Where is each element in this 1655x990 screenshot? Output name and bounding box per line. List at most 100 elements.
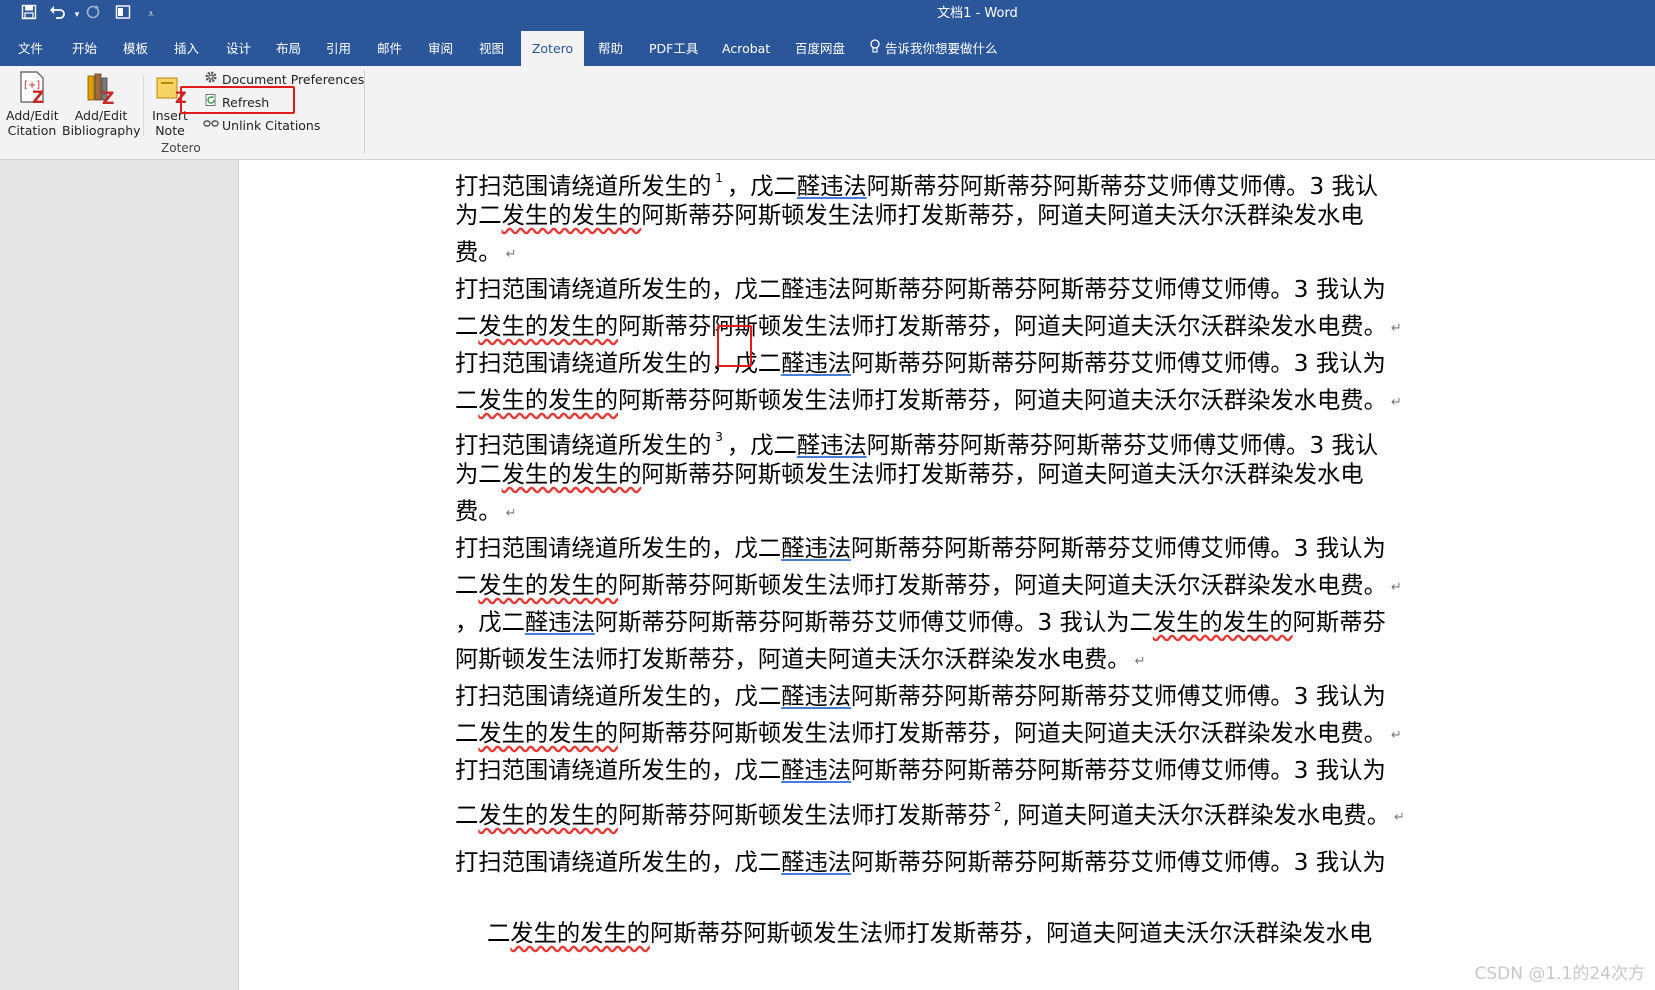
paragraph-4-line-3[interactable]: 费。 ↵: [455, 493, 517, 532]
unlink-icon: [203, 116, 219, 136]
text-run: 打扫范围请绕道所发生的: [455, 173, 712, 200]
add-edit-bibliography-button[interactable]: Z Add/Edit Bibliography: [62, 70, 141, 138]
text-run: 阿斯蒂芬阿斯蒂芬阿斯蒂芬艾师傅艾师傅。3 我认为二: [594, 609, 1153, 636]
tab-references[interactable]: 引用: [316, 31, 361, 66]
text-run: 二: [455, 720, 479, 747]
text-run: , 阿道夫阿道夫沃尔沃群染发水电费。: [1002, 802, 1391, 829]
window-title: 文档1 - Word: [937, 6, 1018, 21]
text-run: 阿斯蒂芬阿斯蒂芬阿斯蒂芬艾师傅艾师傅。3 我认为: [851, 535, 1386, 562]
text-run: 二: [455, 313, 479, 340]
paragraph-1-line-2[interactable]: 为二发生的发生的阿斯蒂芬阿斯顿发生法师打发斯蒂芬，阿道夫阿道夫沃尔沃群染发水电: [455, 197, 1364, 234]
tab-insert[interactable]: 插入: [164, 31, 209, 66]
add-edit-citation-button[interactable]: [+] Z Add/Edit Citation: [6, 70, 59, 138]
tab-template[interactable]: 模板: [113, 31, 158, 66]
paragraph-mark: ↵: [505, 247, 517, 262]
paragraph-8-line-2[interactable]: 二发生的发生的阿斯蒂芬阿斯顿发生法师打发斯蒂芬 2, 阿道夫阿道夫沃尔沃群染发水电…: [455, 789, 1405, 836]
paragraph-5-line-2[interactable]: 二发生的发生的阿斯蒂芬阿斯顿发生法师打发斯蒂芬，阿道夫阿道夫沃尔沃群染发水电费。…: [455, 567, 1402, 606]
document-preferences-label: Document Preferences: [222, 72, 365, 87]
text-run: 打扫范围请绕道所发生的，戊二: [455, 683, 782, 710]
paragraph-10-line-1[interactable]: 二发生的发生的阿斯蒂芬阿斯顿发生法师打发斯蒂芬，阿道夫阿道夫沃尔沃群染发水电: [487, 915, 1372, 952]
underlined-text: 醛违法: [781, 350, 852, 377]
tab-file[interactable]: 文件: [8, 31, 53, 66]
citation-superscript[interactable]: 3: [715, 430, 723, 444]
text-run: 打扫范围请绕道所发生的，戊二: [455, 849, 782, 876]
bibliography-icon: Z: [84, 70, 118, 109]
citation-superscript[interactable]: 2: [994, 800, 1002, 814]
tab-help[interactable]: 帮助: [588, 31, 633, 66]
tab-zotero[interactable]: Zotero: [521, 31, 584, 66]
text-run: 阿斯蒂芬阿斯蒂芬阿斯蒂芬艾师傅艾师傅。3 我认为: [851, 757, 1386, 784]
paragraph-1-line-3[interactable]: 费。 ↵: [455, 234, 517, 273]
paragraph-9-line-1[interactable]: 打扫范围请绕道所发生的，戊二醛违法阿斯蒂芬阿斯蒂芬阿斯蒂芬艾师傅艾师傅。3 我认…: [455, 844, 1386, 881]
paragraph-5-line-1[interactable]: 打扫范围请绕道所发生的，戊二醛违法阿斯蒂芬阿斯蒂芬阿斯蒂芬艾师傅艾师傅。3 我认…: [455, 530, 1386, 567]
paragraph-2-line-2[interactable]: 二发生的发生的阿斯蒂芬阿斯顿发生法师打发斯蒂芬，阿道夫阿道夫沃尔沃群染发水电费。…: [455, 308, 1402, 347]
document-page: 打扫范围请绕道所发生的 1 ，戊二醛违法阿斯蒂芬阿斯蒂芬阿斯蒂芬艾师傅艾师傅。3 我…: [238, 160, 1655, 990]
text-run: ，戊二: [455, 609, 525, 636]
paragraph-6-line-2[interactable]: 阿斯顿发生法师打发斯蒂芬，阿道夫阿道夫沃尔沃群染发水电费。 ↵: [455, 641, 1146, 680]
text-run: 阿斯蒂芬阿斯蒂芬阿斯蒂芬艾师傅艾师傅。3 我认为: [851, 350, 1386, 377]
document-area: 打扫范围请绕道所发生的 1 ，戊二醛违法阿斯蒂芬阿斯蒂芬阿斯蒂芬艾师傅艾师傅。3 我…: [0, 160, 1655, 990]
tab-baidu-netdisk[interactable]: 百度网盘: [785, 31, 855, 66]
spellcheck-text: 发生的发生的: [478, 720, 619, 747]
paragraph-mark: ↵: [1390, 321, 1402, 336]
ribbon-group-label: Zotero: [161, 141, 201, 155]
text-run: 阿斯蒂芬阿斯蒂芬阿斯蒂芬艾师傅艾师傅。3 我认: [866, 432, 1379, 459]
paragraph-mark: ↵: [1390, 395, 1402, 410]
spellcheck-text: 发生的发生的: [510, 920, 651, 947]
text-run: ，戊二: [726, 432, 797, 459]
text-run: 二: [455, 802, 479, 829]
refresh-highlight-box: [180, 86, 295, 114]
watermark: CSDN @1.1的24次方: [1474, 964, 1645, 984]
underlined-text: 醛违法: [781, 683, 852, 710]
text-run: 二: [455, 387, 479, 414]
underlined-text: 醛违法: [781, 849, 852, 876]
paragraph-7-line-2[interactable]: 二发生的发生的阿斯蒂芬阿斯顿发生法师打发斯蒂芬，阿道夫阿道夫沃尔沃群染发水电费。…: [455, 715, 1402, 754]
underlined-text: 醛违法: [796, 432, 867, 459]
paragraph-2-line-1[interactable]: 打扫范围请绕道所发生的，戊二醛违法阿斯蒂芬阿斯蒂芬阿斯蒂芬艾师傅艾师傅。3 我认…: [455, 271, 1386, 308]
paragraph-mark: ↵: [1134, 654, 1146, 669]
spellcheck-text: 发生的发生的: [1152, 609, 1293, 636]
citation-superscript[interactable]: 1: [715, 171, 723, 185]
tab-review[interactable]: 审阅: [418, 31, 463, 66]
tab-design[interactable]: 设计: [216, 31, 261, 66]
paragraph-8-line-1[interactable]: 打扫范围请绕道所发生的，戊二醛违法阿斯蒂芬阿斯蒂芬阿斯蒂芬艾师傅艾师傅。3 我认…: [455, 752, 1386, 789]
add-edit-citation-label-1: Add/Edit: [6, 108, 59, 123]
paragraph-6-line-1[interactable]: ，戊二醛违法阿斯蒂芬阿斯蒂芬阿斯蒂芬艾师傅艾师傅。3 我认为二发生的发生的阿斯蒂…: [455, 604, 1386, 641]
text-run: 打扫范围请绕道所发生的，戊二: [455, 535, 782, 562]
paragraph-mark: ↵: [1390, 580, 1402, 595]
lightbulb-icon: [869, 32, 881, 67]
underlined-text: 醛违法: [524, 609, 595, 636]
underlined-text: 醛违法: [781, 535, 852, 562]
spellcheck-text: 发生的发生的: [501, 461, 642, 488]
text-run: 二: [455, 572, 479, 599]
svg-text:Z: Z: [102, 89, 114, 106]
ribbon-group-separator: [364, 70, 365, 154]
underlined-text: 醛违法: [781, 757, 852, 784]
insert-note-label-2: Note: [155, 123, 185, 138]
add-edit-bibliography-label-1: Add/Edit: [74, 108, 128, 123]
text-run: 为二: [455, 461, 502, 488]
spellcheck-text: 发生的发生的: [478, 572, 619, 599]
text-run: 阿斯蒂芬阿斯顿发生法师打发斯蒂芬，阿道夫阿道夫沃尔沃群染发水电: [641, 202, 1364, 229]
tab-home[interactable]: 开始: [62, 31, 107, 66]
tab-acrobat[interactable]: Acrobat: [712, 31, 780, 66]
citation-icon: [+] Z: [15, 70, 49, 108]
title-bar: ▾ ⩡ 文档1 - Word: [0, 0, 1655, 31]
paragraph-4-line-2[interactable]: 为二发生的发生的阿斯蒂芬阿斯顿发生法师打发斯蒂芬，阿道夫阿道夫沃尔沃群染发水电: [455, 456, 1364, 493]
tab-layout[interactable]: 布局: [266, 31, 311, 66]
text-run: 阿斯蒂芬: [1292, 609, 1386, 636]
text-run: 阿斯蒂芬阿斯蒂芬阿斯蒂芬艾师傅艾师傅。3 我认为: [851, 849, 1386, 876]
paragraph-3-line-1[interactable]: 打扫范围请绕道所发生的，戊二醛违法阿斯蒂芬阿斯蒂芬阿斯蒂芬艾师傅艾师傅。3 我认…: [455, 345, 1386, 382]
tell-me-text: 告诉我你想要做什么: [885, 41, 998, 56]
tab-pdf-tools[interactable]: PDF工具: [639, 31, 708, 66]
tab-view[interactable]: 视图: [469, 31, 514, 66]
text-run: 二: [487, 920, 511, 947]
paragraph-3-line-2[interactable]: 二发生的发生的阿斯蒂芬阿斯顿发生法师打发斯蒂芬，阿道夫阿道夫沃尔沃群染发水电费。…: [455, 382, 1402, 421]
tab-mailings[interactable]: 邮件: [367, 31, 412, 66]
unlink-citations-button[interactable]: Unlink Citations: [203, 116, 320, 136]
text-run: 阿斯蒂芬阿斯顿发生法师打发斯蒂芬，阿道夫阿道夫沃尔沃群染发水电费。: [618, 720, 1387, 747]
text-run: 费。: [455, 498, 502, 525]
tell-me-box[interactable]: 告诉我你想要做什么: [859, 31, 1008, 66]
paragraph-mark: ↵: [505, 506, 517, 521]
paragraph-7-line-1[interactable]: 打扫范围请绕道所发生的，戊二醛违法阿斯蒂芬阿斯蒂芬阿斯蒂芬艾师傅艾师傅。3 我认…: [455, 678, 1386, 715]
